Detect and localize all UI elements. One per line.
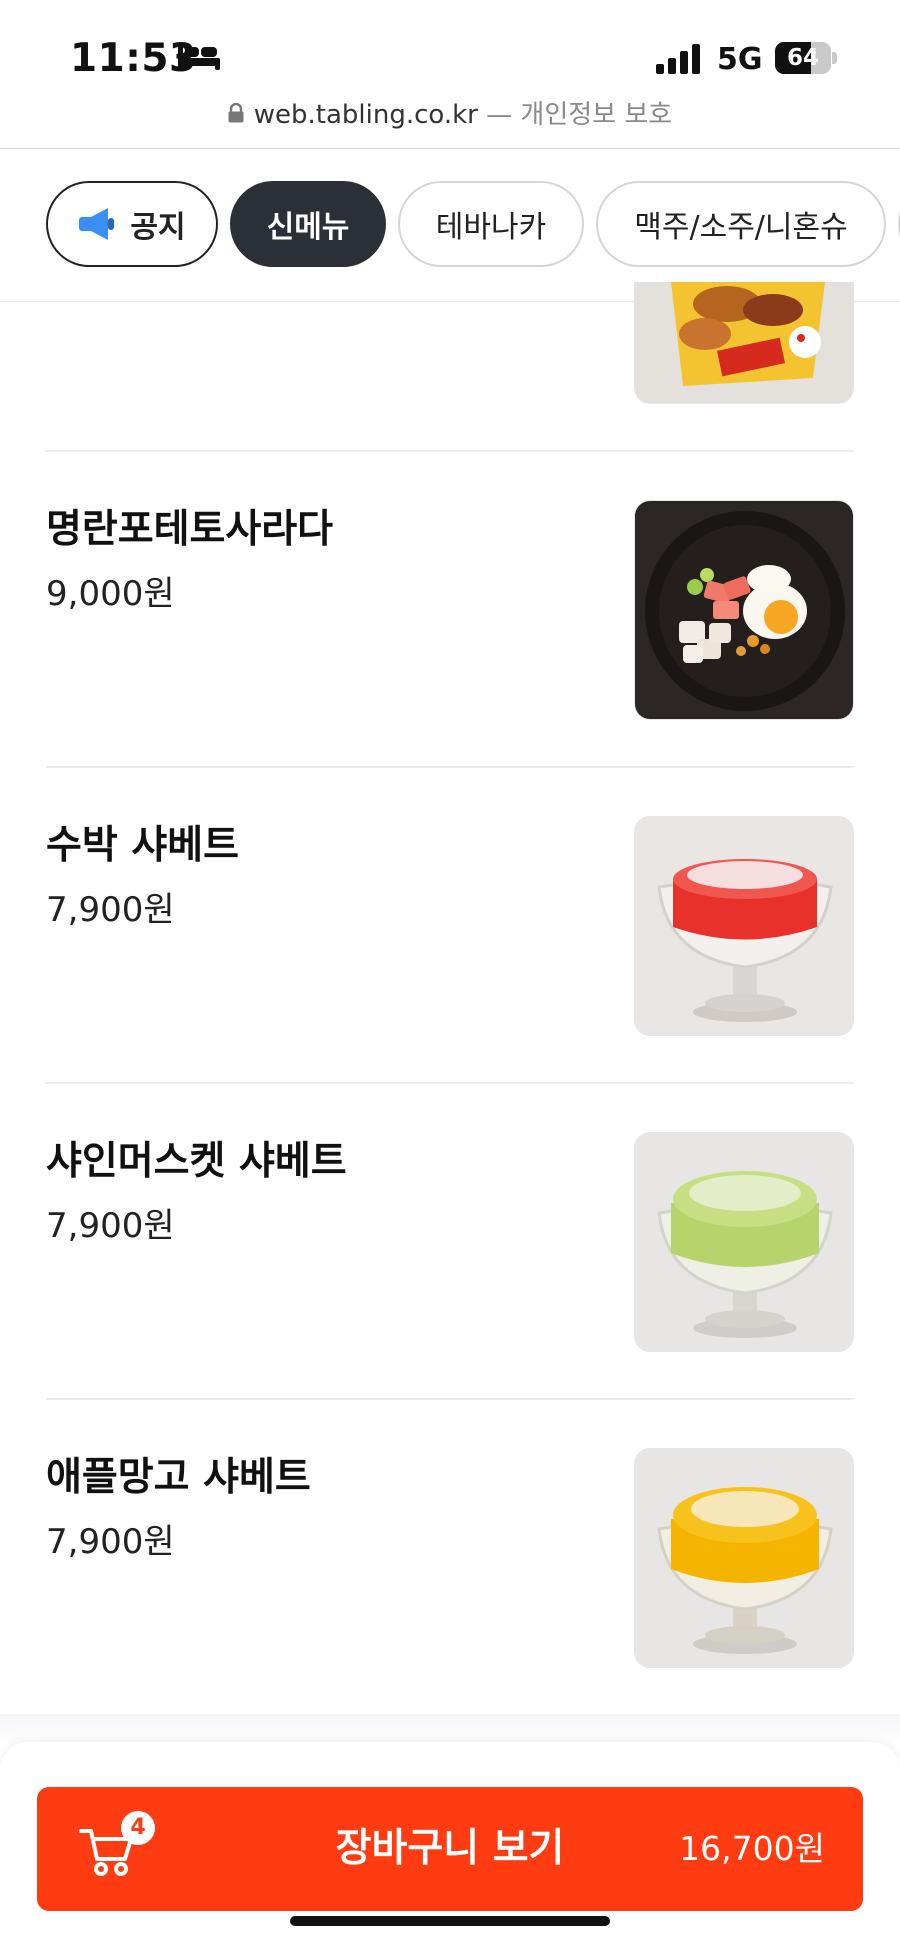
menu-item-name: 수박 샤베트 xyxy=(46,823,239,868)
network-type: 5G xyxy=(717,42,763,77)
menu-item[interactable]: 수박 샤베트 7,900원 xyxy=(46,766,854,1082)
view-cart-button[interactable]: 4 장바구니 보기 16,700원 xyxy=(37,1787,863,1911)
menu-item-price: 7,900원 xyxy=(46,1206,175,1246)
cellular-signal-icon xyxy=(656,44,700,74)
category-tabs: 공지 신메뉴 테바나카 맥주/소주/니혼슈 xyxy=(0,148,900,302)
tab-notice-label: 공지 xyxy=(130,210,186,245)
site-host: web.tabling.co.kr xyxy=(253,100,478,130)
divider xyxy=(46,1398,854,1400)
menu-item-name: 명란포테토사라다 xyxy=(46,507,334,552)
tab-drinks[interactable]: 맥주/소주/니혼슈 xyxy=(596,181,886,267)
sleep-focus-icon xyxy=(178,46,220,70)
menu-item-photo xyxy=(634,500,854,720)
menu-item-price: 7,900원 xyxy=(46,1522,175,1562)
menu-item[interactable]: 샤인머스켓 샤베트 7,900원 xyxy=(46,1082,854,1398)
snack-bag-photo xyxy=(635,282,853,403)
home-indicator xyxy=(290,1916,610,1926)
menu-item[interactable]: 애플망고 샤베트 7,900원 xyxy=(46,1398,854,1714)
tab-notice[interactable]: 공지 xyxy=(46,181,218,267)
status-bar: 11:53 5G 64 web.tabling.co.kr — 개인정보 보호 xyxy=(0,0,900,130)
battery-icon: 64 xyxy=(775,42,837,74)
watermelon-sorbet-photo xyxy=(635,817,853,1035)
divider xyxy=(46,1082,854,1084)
divider xyxy=(46,450,854,452)
megaphone-icon xyxy=(79,208,115,240)
menu-item-photo xyxy=(634,1448,854,1668)
apple-mango-sorbet-photo xyxy=(635,1449,853,1667)
list-end-shadow xyxy=(0,1714,900,1744)
shine-muscat-sorbet-photo xyxy=(635,1133,853,1351)
battery-percent: 64 xyxy=(786,45,819,71)
tab-drinks-label: 맥주/소주/니혼슈 xyxy=(634,210,848,245)
menu-item-price: 7,900원 xyxy=(46,890,175,930)
privacy-note: — 개인정보 보호 xyxy=(486,100,673,130)
menu-item-price: 9,000원 xyxy=(46,574,175,614)
tab-new-menu-label: 신메뉴 xyxy=(266,210,350,245)
menu-item[interactable]: 명란포테토사라다 9,000원 xyxy=(46,450,854,766)
potato-salad-photo xyxy=(635,501,853,719)
tab-tebanaka-label: 테바나카 xyxy=(435,210,547,245)
lock-icon xyxy=(228,102,244,122)
tab-new-menu[interactable]: 신메뉴 xyxy=(230,181,386,267)
menu-item-photo xyxy=(634,1132,854,1352)
divider xyxy=(46,766,854,768)
previous-item-photo[interactable] xyxy=(634,282,854,404)
tab-tebanaka[interactable]: 테바나카 xyxy=(398,181,584,267)
menu-item-name: 샤인머스켓 샤베트 xyxy=(46,1139,347,1184)
page: 11:53 5G 64 web.tabling.co.kr — 개인정보 보호 xyxy=(0,0,900,1948)
address-bar[interactable]: web.tabling.co.kr — 개인정보 보호 xyxy=(0,94,900,131)
menu-item-name: 애플망고 샤베트 xyxy=(46,1455,311,1500)
cart-total: 16,700원 xyxy=(679,1829,825,1868)
menu-item-photo xyxy=(634,816,854,1036)
